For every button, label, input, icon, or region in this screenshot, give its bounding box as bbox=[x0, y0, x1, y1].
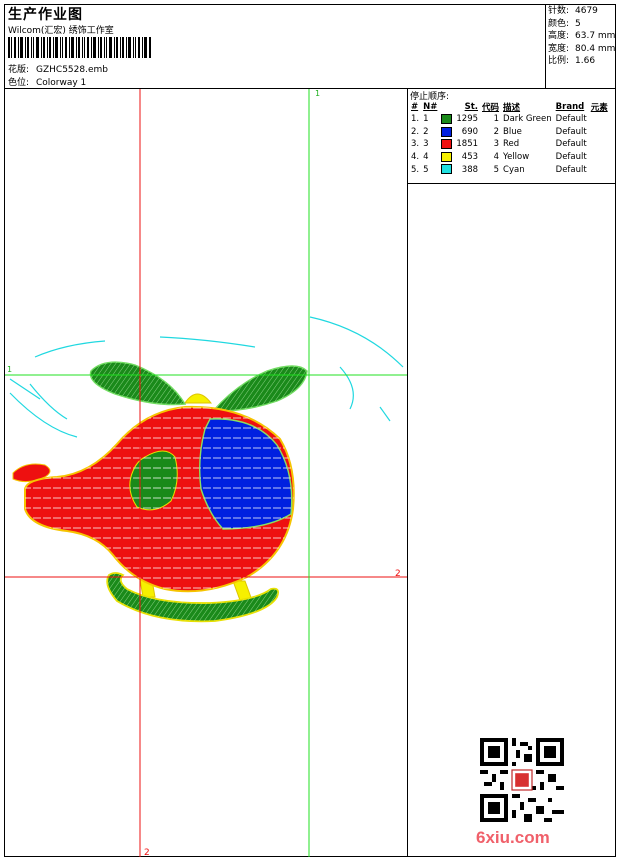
row-description: Red bbox=[503, 139, 520, 150]
row-brand: Default bbox=[555, 152, 587, 163]
colorway-label: 色位: bbox=[8, 78, 30, 88]
stitch-count: 针数: 4679 bbox=[548, 6, 598, 16]
row-code: 5 bbox=[493, 164, 500, 175]
row-needle: 3 bbox=[423, 139, 429, 150]
row-swatch bbox=[439, 126, 454, 139]
design-file-row: 花版: GZHC5528.emb bbox=[8, 62, 108, 75]
row-description: Blue bbox=[503, 126, 522, 137]
row-code: 4 bbox=[493, 152, 500, 163]
page-title: 生产作业图 bbox=[8, 7, 83, 23]
colorway-row: 色位: Colorway 1 bbox=[8, 75, 86, 88]
col-index: # bbox=[411, 102, 419, 112]
row-description: Cyan bbox=[503, 164, 525, 175]
row-swatch bbox=[439, 163, 454, 176]
row-stitches: 690 bbox=[461, 126, 479, 137]
row-stitches: 388 bbox=[461, 164, 479, 175]
row-needle: 2 bbox=[423, 126, 429, 137]
row-stitches: 1295 bbox=[456, 114, 479, 125]
row-code: 2 bbox=[493, 126, 500, 137]
row-code: 1 bbox=[493, 114, 500, 125]
design-stats: 针数: 4679 颜色: 5 高度: 63.7 mm 宽度: 80.4 mm 比例: 1.… bbox=[548, 5, 615, 68]
col-stitches: St. bbox=[464, 102, 479, 112]
rotor-blades bbox=[89, 361, 308, 412]
row-index: 5. bbox=[411, 164, 420, 175]
row-description: Dark Green bbox=[503, 114, 552, 125]
row-needle: 1 bbox=[423, 114, 429, 125]
row-needle: 4 bbox=[423, 152, 429, 163]
row-index: 4. bbox=[411, 152, 420, 163]
col-needle: N# bbox=[423, 102, 438, 112]
design-height: 高度: 63.7 mm bbox=[548, 31, 616, 41]
row-element bbox=[589, 126, 610, 139]
colorway-name: Colorway 1 bbox=[36, 78, 87, 88]
row-stitches: 453 bbox=[461, 152, 479, 163]
table-row: 3. 3 1851 3 Red Default bbox=[409, 138, 610, 151]
color-count: 颜色: 5 bbox=[548, 18, 581, 29]
row-needle: 5 bbox=[423, 164, 429, 175]
table-row: 4. 4 453 4 Yellow Default bbox=[409, 151, 610, 164]
row-index: 3. bbox=[411, 139, 420, 150]
color-swatch bbox=[441, 151, 453, 162]
col-swatch bbox=[439, 101, 454, 113]
row-element bbox=[589, 163, 610, 176]
watermark: 6xiu.com bbox=[476, 828, 550, 847]
stats-divider bbox=[545, 4, 546, 88]
color-sequence-table: # N# St. 代码 描述 Brand 元素 1. 1 1295 1 Dark Gre… bbox=[409, 101, 610, 176]
col-description: 描述 bbox=[503, 103, 521, 113]
color-swatch bbox=[441, 164, 453, 175]
design-label: 花版: bbox=[8, 65, 30, 75]
rotor-hub bbox=[184, 393, 213, 404]
qr-code bbox=[480, 738, 564, 822]
stop-table-divider bbox=[407, 183, 616, 184]
table-row: 2. 2 690 2 Blue Default bbox=[409, 126, 610, 139]
row-code: 3 bbox=[493, 139, 500, 150]
row-element bbox=[589, 138, 610, 151]
table-header-row: # N# St. 代码 描述 Brand 元素 bbox=[409, 101, 610, 113]
color-swatch bbox=[441, 139, 453, 150]
row-description: Yellow bbox=[503, 152, 530, 163]
row-swatch bbox=[439, 138, 454, 151]
row-index: 1. bbox=[411, 114, 420, 125]
row-brand: Default bbox=[555, 114, 587, 125]
cockpit-window bbox=[198, 418, 293, 530]
color-swatch bbox=[441, 126, 453, 137]
marker-green-left: 1 bbox=[7, 365, 12, 374]
row-brand: Default bbox=[555, 126, 587, 137]
sidebar-divider bbox=[407, 88, 408, 857]
row-stitches: 1851 bbox=[456, 139, 479, 150]
design-width: 宽度: 80.4 mm bbox=[548, 43, 616, 54]
embroidery-design-preview: 1 1 2 2 bbox=[5, 89, 407, 857]
color-swatch bbox=[441, 114, 453, 125]
row-swatch bbox=[439, 151, 454, 164]
barcode bbox=[8, 37, 151, 58]
row-brand: Default bbox=[555, 139, 587, 150]
marker-red-right: 2 bbox=[395, 569, 401, 579]
row-element bbox=[589, 113, 610, 126]
row-index: 2. bbox=[411, 126, 420, 137]
col-element: 元素 bbox=[590, 103, 608, 113]
table-row: 5. 5 388 5 Cyan Default bbox=[409, 163, 610, 176]
row-element bbox=[589, 151, 610, 164]
design-ratio: 比例: 1.66 bbox=[548, 56, 596, 66]
marker-red-bottom: 2 bbox=[144, 848, 150, 857]
design-file-name: GZHC5528.emb bbox=[36, 65, 108, 75]
row-brand: Default bbox=[555, 164, 587, 175]
row-swatch bbox=[439, 113, 454, 126]
table-row: 1. 1 1295 1 Dark Green Default bbox=[409, 113, 610, 126]
col-brand: Brand bbox=[555, 102, 585, 112]
marker-green-top: 1 bbox=[315, 89, 320, 98]
col-code: 代码 bbox=[482, 103, 500, 113]
studio-name: Wilcom(汇宏) 绣饰工作室 bbox=[8, 26, 114, 36]
